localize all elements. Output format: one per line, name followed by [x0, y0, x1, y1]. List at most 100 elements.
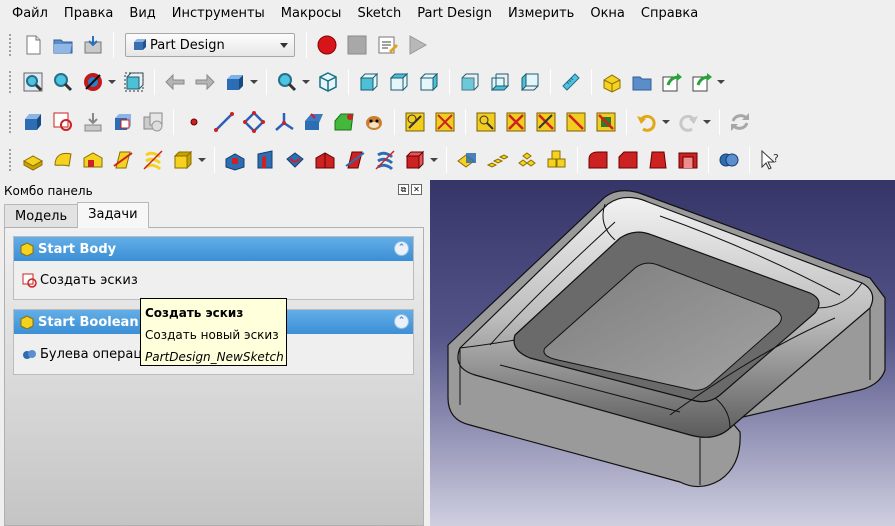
collapse-icon[interactable]: ⌃: [394, 241, 409, 256]
clone-icon[interactable]: [141, 110, 165, 134]
datum-plane-icon[interactable]: [242, 110, 266, 134]
open-folder-icon[interactable]: [51, 33, 75, 57]
chevron-down-icon[interactable]: [703, 110, 711, 134]
tab-model[interactable]: Модель: [4, 204, 79, 228]
linear-pattern-icon[interactable]: [485, 148, 509, 172]
back-arrow-icon[interactable]: [163, 70, 187, 94]
toolbar-grip[interactable]: [8, 148, 12, 172]
toggle-3d-icon[interactable]: [564, 110, 588, 134]
close-icon[interactable]: ✕: [411, 184, 422, 195]
subtractive-box-icon[interactable]: [403, 148, 427, 172]
menu-help[interactable]: Справка: [633, 0, 706, 28]
boolean-icon[interactable]: [717, 148, 741, 172]
record-macro-icon[interactable]: [315, 33, 339, 57]
subtractive-helix-icon[interactable]: [373, 148, 397, 172]
view-isometric-icon[interactable]: [316, 70, 340, 94]
chevron-down-icon[interactable]: [430, 148, 438, 172]
stop-macro-icon[interactable]: [345, 33, 369, 57]
toolbar-grip[interactable]: [8, 33, 12, 57]
subtractive-loft-icon[interactable]: [313, 148, 337, 172]
additive-box-icon[interactable]: [171, 148, 195, 172]
additive-pipe-icon[interactable]: [111, 148, 135, 172]
menu-file[interactable]: Файл: [4, 0, 56, 28]
clear-all-icon[interactable]: [474, 110, 498, 134]
additive-loft-icon[interactable]: [81, 148, 105, 172]
measure-angular-icon[interactable]: [433, 110, 457, 134]
menu-part-design[interactable]: Part Design: [409, 0, 500, 28]
polar-pattern-icon[interactable]: [515, 148, 539, 172]
fit-all-icon[interactable]: [21, 70, 45, 94]
create-body-icon[interactable]: [21, 110, 45, 134]
chevron-down-icon[interactable]: [662, 110, 670, 134]
view-rear-icon[interactable]: [458, 70, 482, 94]
forward-arrow-icon[interactable]: [193, 70, 217, 94]
fillet-icon[interactable]: [586, 148, 610, 172]
link-icon[interactable]: [660, 70, 684, 94]
create-sketch-icon[interactable]: [51, 110, 75, 134]
clear-linear-icon[interactable]: [504, 110, 528, 134]
refresh-icon[interactable]: [728, 110, 752, 134]
menu-view[interactable]: Вид: [121, 0, 163, 28]
menu-edit[interactable]: Правка: [56, 0, 121, 28]
chevron-down-icon[interactable]: [108, 70, 116, 94]
datum-point-icon[interactable]: [182, 110, 206, 134]
menu-measure[interactable]: Измерить: [500, 0, 582, 28]
3d-viewport[interactable]: [430, 180, 895, 526]
revolution-icon[interactable]: [51, 148, 75, 172]
view-top-icon[interactable]: [387, 70, 411, 94]
shape-binder-icon[interactable]: [111, 110, 135, 134]
execute-macro-icon[interactable]: [405, 33, 429, 57]
draft-icon[interactable]: [646, 148, 670, 172]
chevron-down-icon[interactable]: [198, 148, 206, 172]
bounding-box-icon[interactable]: [122, 70, 146, 94]
edit-macro-icon[interactable]: [375, 33, 399, 57]
toggle-all-icon[interactable]: [534, 110, 558, 134]
view-right-icon[interactable]: [417, 70, 441, 94]
redo-icon[interactable]: [676, 110, 700, 134]
toggle-delta-icon[interactable]: [594, 110, 618, 134]
clone-animal-icon[interactable]: [362, 110, 386, 134]
view-bottom-icon[interactable]: [488, 70, 512, 94]
view-front-icon[interactable]: [357, 70, 381, 94]
chamfer-icon[interactable]: [616, 148, 640, 172]
workbench-select[interactable]: Part Design: [125, 33, 295, 57]
sub-shape-binder-green-icon[interactable]: [332, 110, 356, 134]
mirrored-icon[interactable]: [455, 148, 479, 172]
collapse-icon[interactable]: ⌃: [394, 314, 409, 329]
zoom-icon[interactable]: [275, 70, 299, 94]
datum-line-icon[interactable]: [212, 110, 236, 134]
pocket-icon[interactable]: [223, 148, 247, 172]
subtractive-pipe-icon[interactable]: [343, 148, 367, 172]
chevron-down-icon[interactable]: [250, 70, 258, 94]
fit-selection-icon[interactable]: [51, 70, 75, 94]
new-document-icon[interactable]: [21, 33, 45, 57]
menu-macros[interactable]: Макросы: [273, 0, 350, 28]
additive-helix-icon[interactable]: [141, 148, 165, 172]
undo-icon[interactable]: [635, 110, 659, 134]
menu-tools[interactable]: Инструменты: [164, 0, 273, 28]
chevron-down-icon[interactable]: [717, 70, 725, 94]
draw-style-icon[interactable]: [81, 70, 105, 94]
pad-icon[interactable]: [21, 148, 45, 172]
measure-linear-icon[interactable]: [403, 110, 427, 134]
menu-windows[interactable]: Окна: [582, 0, 633, 28]
float-icon[interactable]: ⧉: [398, 184, 409, 195]
start-body-header[interactable]: Start Body ⌃: [14, 237, 413, 261]
validate-sketch-icon[interactable]: [81, 110, 105, 134]
hole-icon[interactable]: [253, 148, 277, 172]
view-left-icon[interactable]: [518, 70, 542, 94]
menu-sketch[interactable]: Sketch: [349, 0, 409, 28]
link-actions-icon[interactable]: [690, 70, 714, 94]
groove-icon[interactable]: [283, 148, 307, 172]
local-coordinate-system-icon[interactable]: [272, 110, 296, 134]
save-document-icon[interactable]: [81, 33, 105, 57]
multi-transform-icon[interactable]: [545, 148, 569, 172]
create-part-icon[interactable]: [600, 70, 624, 94]
create-sketch-link[interactable]: Создать эскиз: [14, 261, 413, 299]
sync-view-icon[interactable]: [223, 70, 247, 94]
create-group-icon[interactable]: [630, 70, 654, 94]
sub-shape-binder-icon[interactable]: [302, 110, 326, 134]
toolbar-grip[interactable]: [8, 110, 12, 134]
toolbar-grip[interactable]: [8, 70, 12, 94]
thickness-icon[interactable]: [676, 148, 700, 172]
